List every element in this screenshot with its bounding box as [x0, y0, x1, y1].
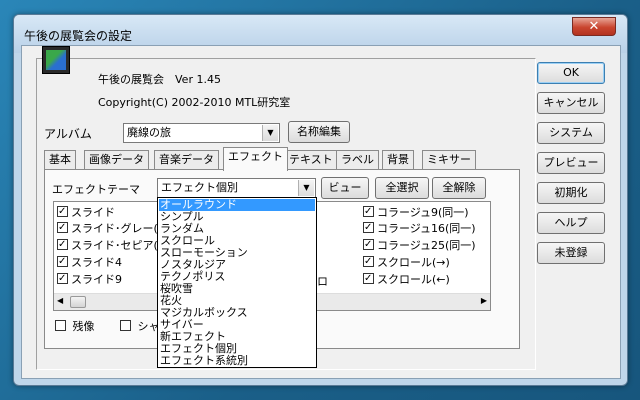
effect-item[interactable]: スライド･グレー(上	[57, 220, 169, 237]
effect-theme-dropdown[interactable]: オールラウンド シンプル ランダム スクロール スローモーション ノスタルジア …	[157, 197, 317, 368]
arrow-right-icon[interactable]: ▶	[481, 296, 487, 305]
close-button[interactable]: ✕	[572, 17, 616, 36]
effect-theme-select[interactable]: エフェクト個別 ▼	[157, 178, 316, 198]
tab-text[interactable]: テキスト	[284, 150, 338, 170]
window-title: 午後の展覧会の設定	[24, 29, 133, 43]
checkbox[interactable]	[363, 220, 374, 235]
checkbox[interactable]	[363, 237, 374, 252]
shadow-option[interactable]: シャ	[120, 319, 160, 335]
effect-item[interactable]: スライド･セピア(上	[57, 237, 169, 254]
chevron-down-icon[interactable]: ▼	[298, 180, 314, 196]
effect-item[interactable]: コラージュ16(同一)	[363, 220, 476, 237]
tab-music-data[interactable]: 音楽データ	[154, 150, 219, 170]
checkbox[interactable]	[55, 320, 66, 331]
album-label: アルバム	[44, 127, 92, 141]
effect-item[interactable]: スライド	[57, 204, 115, 221]
tab-mixer[interactable]: ミキサー	[422, 150, 476, 170]
checkbox[interactable]	[57, 220, 68, 235]
effect-theme-label: エフェクトテーマ	[52, 183, 140, 196]
checkbox[interactable]	[363, 204, 374, 219]
tab-effect[interactable]: エフェクト	[223, 147, 288, 171]
dropdown-option[interactable]: 桜吹雪	[159, 283, 315, 295]
help-button[interactable]: ヘルプ	[537, 212, 605, 234]
tab-basic[interactable]: 基本	[44, 150, 76, 170]
checkbox[interactable]	[57, 237, 68, 252]
effect-item[interactable]: コラージュ9(同一)	[363, 204, 469, 221]
cancel-button[interactable]: キャンセル	[537, 92, 605, 114]
effect-item[interactable]: コラージュ25(同一)	[363, 237, 476, 254]
chevron-down-icon[interactable]: ▼	[262, 125, 278, 141]
album-select-value: 廃線の旅	[127, 126, 171, 139]
copyright-text: Copyright(C) 2002-2010 MTL研究室	[98, 96, 291, 109]
effect-item[interactable]: スクロール(→)	[363, 254, 450, 271]
ok-button[interactable]: OK	[537, 62, 605, 84]
unregistered-button[interactable]: 未登録	[537, 242, 605, 264]
scrollbar-thumb[interactable]	[70, 296, 86, 308]
checkbox[interactable]	[363, 254, 374, 269]
checkbox[interactable]	[120, 320, 131, 331]
tab-image-data[interactable]: 画像データ	[84, 150, 149, 170]
clear-all-button[interactable]: 全解除	[432, 177, 486, 199]
effect-item[interactable]: スライド4	[57, 254, 122, 271]
checkbox[interactable]	[57, 254, 68, 269]
dropdown-option[interactable]: エフェクト系統別	[159, 355, 315, 367]
album-select[interactable]: 廃線の旅 ▼	[123, 123, 280, 143]
hidden-item-fragment: ロ	[317, 275, 328, 288]
view-button[interactable]: ビュー	[321, 177, 369, 199]
reset-button[interactable]: 初期化	[537, 182, 605, 204]
checkbox[interactable]	[57, 204, 68, 219]
tab-label[interactable]: ラベル	[336, 150, 379, 170]
effect-item[interactable]: スライド9	[57, 271, 122, 288]
effect-theme-value: エフェクト個別	[161, 181, 238, 194]
checkbox[interactable]	[363, 271, 374, 286]
arrow-left-icon[interactable]: ◀	[57, 296, 63, 305]
app-name-version: 午後の展覧会 Ver 1.45	[98, 73, 221, 86]
select-all-button[interactable]: 全選択	[375, 177, 429, 199]
effect-item[interactable]: スクロール(←)	[363, 271, 450, 288]
tab-background[interactable]: 背景	[382, 150, 414, 170]
checkbox[interactable]	[57, 271, 68, 286]
system-button[interactable]: システム	[537, 122, 605, 144]
app-logo-icon	[42, 46, 70, 74]
rename-button[interactable]: 名称編集	[288, 121, 350, 143]
afterimage-option[interactable]: 残像	[55, 319, 95, 335]
preview-button[interactable]: プレビュー	[537, 152, 605, 174]
